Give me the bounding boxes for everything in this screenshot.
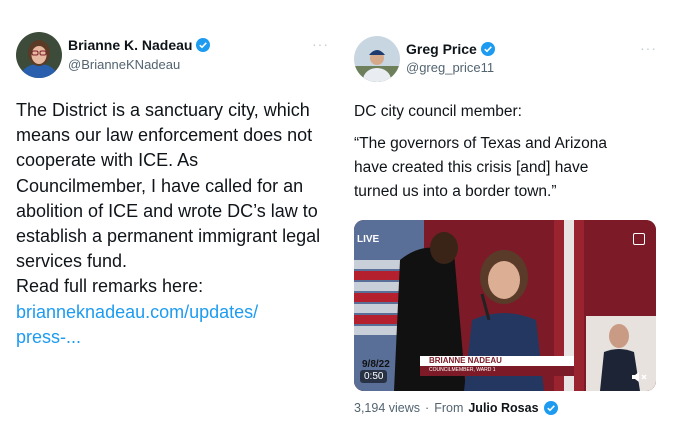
lower-third-name: BRIANNE NADEAU [429, 356, 502, 365]
display-name[interactable]: Greg Price [406, 41, 477, 57]
live-label: LIVE [357, 234, 380, 245]
display-name-row[interactable]: Brianne K. Nadeau [68, 37, 211, 53]
tweet-body: The District is a sanctuary city, which … [16, 98, 338, 350]
tweet-link[interactable]: brianneknadeau.com/updates/ press-... [16, 302, 258, 347]
handle[interactable]: @greg_price11 [406, 60, 494, 75]
verified-badge-icon [543, 401, 558, 415]
from-label: From [434, 401, 464, 415]
video-frame [354, 220, 656, 391]
avatar[interactable] [16, 32, 62, 78]
video-duration: 0:50 [360, 370, 388, 383]
verified-badge-icon [196, 38, 211, 52]
handle[interactable]: @BrianneKNadeau [68, 57, 180, 72]
channel-logo-icon [633, 233, 645, 245]
stats-separator: · [425, 401, 430, 415]
display-name[interactable]: Brianne K. Nadeau [68, 37, 192, 53]
tweet-text: The District is a sanctuary city, which … [16, 100, 321, 297]
from-name[interactable]: Julio Rosas [468, 401, 538, 415]
tweet-brianne-nadeau: Brianne K. Nadeau @BrianneKNadeau ··· Th… [0, 0, 340, 434]
tweet-greg-price: Greg Price @greg_price11 ··· DC city cou… [340, 0, 680, 434]
tweet-intro: DC city council member: [354, 103, 522, 120]
more-dots-icon[interactable]: ··· [640, 40, 657, 56]
views-count: 3,194 views [354, 401, 421, 415]
verified-badge-icon [480, 42, 495, 56]
video-date: 9/8/22 [362, 359, 390, 370]
avatar[interactable] [354, 36, 400, 82]
tweet-quote: “The governors of Texas and Arizona have… [354, 135, 608, 200]
video-player[interactable]: LIVE 9/8/22 BRIANNE NADEAU COUNCILMEMBER… [354, 220, 656, 391]
display-name-row[interactable]: Greg Price [406, 41, 495, 57]
mute-icon[interactable] [630, 370, 648, 384]
more-dots-icon[interactable]: ··· [312, 36, 329, 52]
tweet-stats: 3,194 views · From Julio Rosas [354, 401, 558, 415]
lower-third-title: COUNCILMEMBER, WARD 1 [429, 367, 496, 373]
